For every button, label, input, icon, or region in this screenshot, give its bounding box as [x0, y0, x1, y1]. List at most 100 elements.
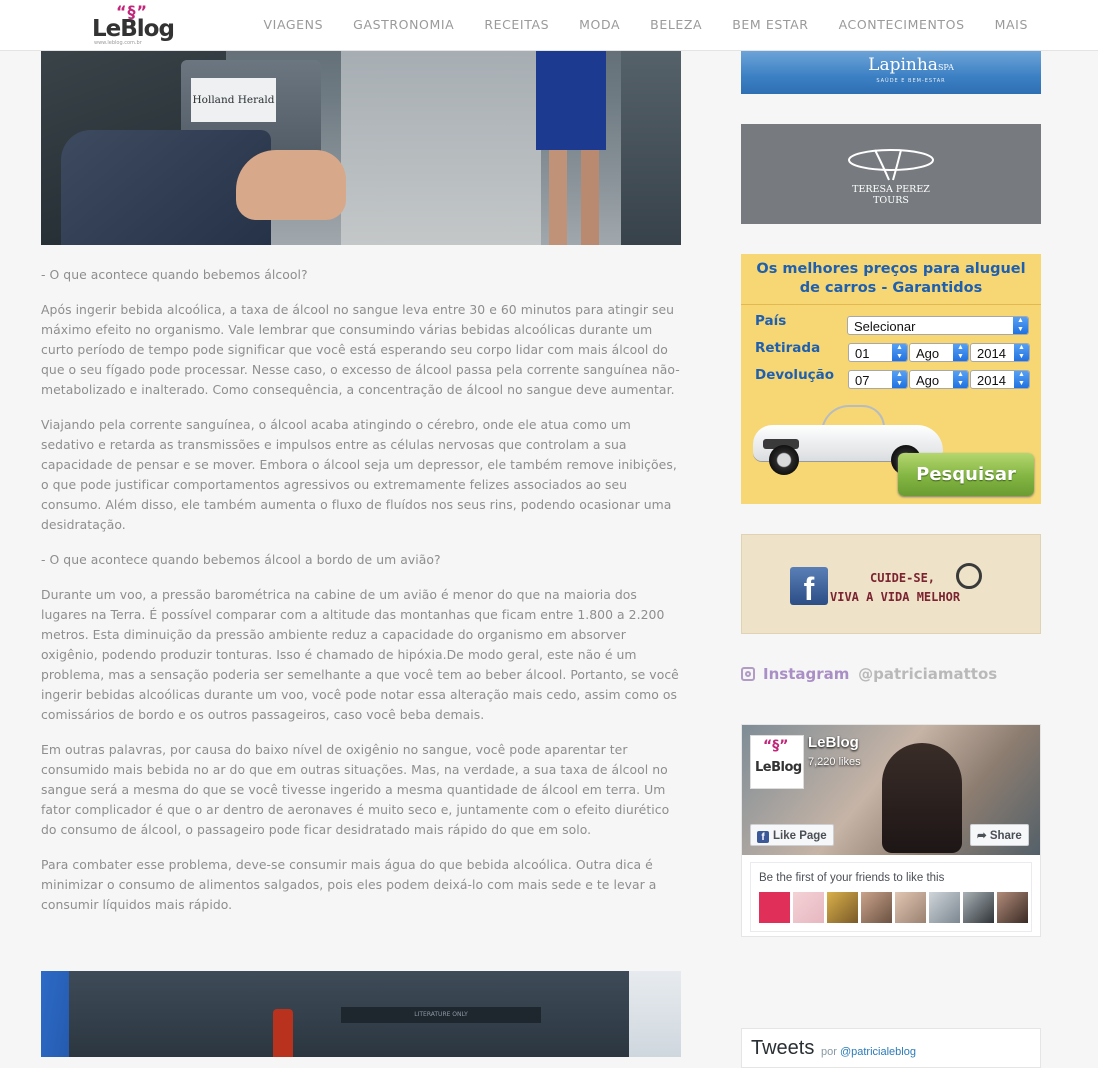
select-arrows-icon: ▲ ▼: [1013, 317, 1028, 334]
hero-attendant-leg: [581, 150, 599, 245]
return-day-value: 07: [855, 373, 870, 388]
teresa-perez-line2: TOURS: [873, 195, 909, 206]
cover-person: [882, 743, 962, 853]
facebook-page-widget: “§” LeBlog LeBlog 7,220 likes f Like Page…: [741, 724, 1041, 937]
lapinha-tagline: SAÚDE E BEM-ESTAR: [876, 78, 946, 84]
select-arrows-icon: ▲ ▼: [953, 344, 968, 361]
tweets-by-label: por: [821, 1046, 837, 1058]
nav-item-bem-estar[interactable]: BEM ESTAR: [732, 17, 808, 35]
nav-item-receitas[interactable]: RECEITAS: [484, 17, 549, 35]
pickup-day-select[interactable]: 01 ▲ ▼: [848, 343, 908, 362]
nav-item-gastronomia[interactable]: GASTRONOMIA: [353, 17, 454, 35]
article-paragraph: Em outras palavras, por causa do baixo n…: [41, 742, 670, 837]
logo-text: LeBlog: [92, 16, 175, 42]
return-year-value: 2014: [977, 373, 1006, 388]
like-page-button[interactable]: f Like Page: [750, 824, 834, 846]
hero-attendant-leg: [549, 150, 567, 245]
select-arrows-icon: ▲ ▼: [1014, 371, 1029, 388]
nav-item-beleza[interactable]: BELEZA: [650, 17, 702, 35]
avatar-text: LeBlog: [755, 760, 802, 775]
nav-item-moda[interactable]: MODA: [579, 17, 620, 35]
pickup-year-value: 2014: [977, 346, 1006, 361]
search-button[interactable]: Pesquisar: [898, 453, 1034, 496]
pickup-year-select[interactable]: 2014 ▲ ▼: [970, 343, 1030, 362]
pickup-day-value: 01: [855, 346, 870, 361]
car-rental-widget: Os melhores preços para aluguel de carro…: [741, 254, 1041, 504]
article-paragraph: Após ingerir bebida alcoólica, a taxa de…: [41, 302, 680, 397]
car-rental-headline: Os melhores preços para aluguel de carro…: [756, 261, 1026, 296]
instagram-label: Instagram: [763, 665, 850, 683]
friend-avatar[interactable]: [827, 892, 858, 923]
lapinha-spa-ad[interactable]: LapinhaSPA SAÚDE E BEM-ESTAR: [741, 50, 1041, 94]
twitter-handle-link[interactable]: @patricialeblog: [840, 1046, 916, 1058]
facebook-icon: f: [790, 567, 828, 607]
instagram-icon: [741, 667, 755, 681]
select-arrows-icon: ▲ ▼: [892, 344, 907, 361]
nav-item-viagens[interactable]: VIAGENS: [264, 17, 324, 35]
return-day-select[interactable]: 07 ▲ ▼: [848, 370, 908, 389]
hero-magazine: Holland Herald: [191, 78, 276, 122]
nav-item-acontecimentos[interactable]: ACONTECIMENTOS: [839, 17, 965, 35]
article-paragraph: Durante um voo, a pressão barométrica na…: [41, 587, 679, 722]
article-body: - O que acontece quando bebemos álcool? …: [41, 265, 683, 930]
lapinha-brand-suffix: SPA: [937, 63, 954, 72]
instagram-heading[interactable]: Instagram @patriciamattos: [741, 662, 997, 686]
pickup-month-value: Ago: [916, 346, 940, 361]
teresa-perez-line1: TERESA PEREZ: [852, 184, 930, 195]
ring-icon: [956, 563, 982, 589]
friends-text: Be the first of your friends to like thi…: [759, 872, 945, 884]
friend-avatar[interactable]: [963, 892, 994, 923]
friend-avatars: [759, 892, 1031, 923]
friend-avatar[interactable]: [929, 892, 960, 923]
return-month-value: Ago: [916, 373, 940, 388]
pickup-month-select[interactable]: Ago ▲ ▼: [909, 343, 969, 362]
lapinha-brand-name: Lapinha: [868, 55, 938, 75]
select-arrows-icon: ▲ ▼: [892, 371, 907, 388]
return-month-select[interactable]: Ago ▲ ▼: [909, 370, 969, 389]
avatar-quote-mark: “§”: [763, 738, 789, 754]
teresa-perez-ad[interactable]: TERESA PEREZ TOURS: [741, 124, 1041, 224]
share-button[interactable]: ➦ Share: [970, 824, 1029, 846]
facebook-friends-box: Be the first of your friends to like thi…: [750, 862, 1032, 932]
friend-avatar[interactable]: [997, 892, 1028, 923]
facebook-page-avatar[interactable]: “§” LeBlog: [750, 735, 804, 789]
photo-literature-pocket: LITERATURE ONLY: [341, 1007, 541, 1023]
main-nav: VIAGENS GASTRONOMIA RECEITAS MODA BELEZA…: [234, 17, 1028, 35]
twitter-widget: Tweets por @patricialeblog: [741, 1028, 1041, 1068]
cuide-se-ad[interactable]: f CUIDE-SE, VIVA A VIDA MELHOR: [741, 534, 1041, 634]
country-label: País: [755, 313, 787, 329]
friend-avatar[interactable]: [759, 892, 790, 923]
divider: [741, 304, 1041, 305]
car-wheel: [769, 445, 799, 475]
friend-avatar[interactable]: [861, 892, 892, 923]
friend-avatar[interactable]: [895, 892, 926, 923]
return-year-select[interactable]: 2014 ▲ ▼: [970, 370, 1030, 389]
like-page-label: Like Page: [773, 830, 827, 842]
article-paragraph: Viajando pela corrente sanguínea, o álco…: [41, 417, 677, 532]
article-subheading: - O que acontece quando bebemos álcool a…: [41, 552, 441, 567]
select-arrows-icon: ▲ ▼: [1014, 344, 1029, 361]
country-select-value: Selecionar: [854, 319, 916, 334]
teresa-perez-name: TERESA PEREZ TOURS: [821, 184, 961, 206]
cuide-se-line2: VIVA A VIDA MELHOR: [830, 590, 961, 604]
article-paragraph: Para combater esse problema, deve-se con…: [41, 857, 657, 912]
photo-bottle: [273, 1009, 293, 1057]
country-select[interactable]: Selecionar ▲ ▼: [847, 316, 1029, 335]
facebook-like-count: 7,220 likes: [808, 756, 861, 768]
select-arrows-icon: ▲ ▼: [953, 371, 968, 388]
leblog-logo[interactable]: “§” LeBlog www.leblog.com.br: [92, 4, 176, 47]
pickup-label: Retirada: [755, 340, 821, 356]
facebook-page-name[interactable]: LeBlog: [808, 734, 859, 751]
cuide-se-line1: CUIDE-SE,: [870, 571, 936, 585]
facebook-cover-photo[interactable]: “§” LeBlog LeBlog 7,220 likes f Like Page…: [742, 725, 1040, 855]
hero-passenger-hand: [236, 150, 346, 220]
article-second-image: LITERATURE ONLY: [41, 971, 681, 1057]
friend-avatar[interactable]: [793, 892, 824, 923]
logo-url: www.leblog.com.br: [94, 40, 142, 46]
article-subheading: - O que acontece quando bebemos álcool?: [41, 267, 308, 282]
return-label: Devolução: [755, 367, 835, 383]
share-label: Share: [989, 830, 1022, 842]
top-navigation-bar: “§” LeBlog www.leblog.com.br VIAGENS GAS…: [0, 0, 1098, 51]
nav-item-mais[interactable]: MAIS: [995, 17, 1028, 35]
instagram-handle: @patriciamattos: [858, 665, 998, 683]
